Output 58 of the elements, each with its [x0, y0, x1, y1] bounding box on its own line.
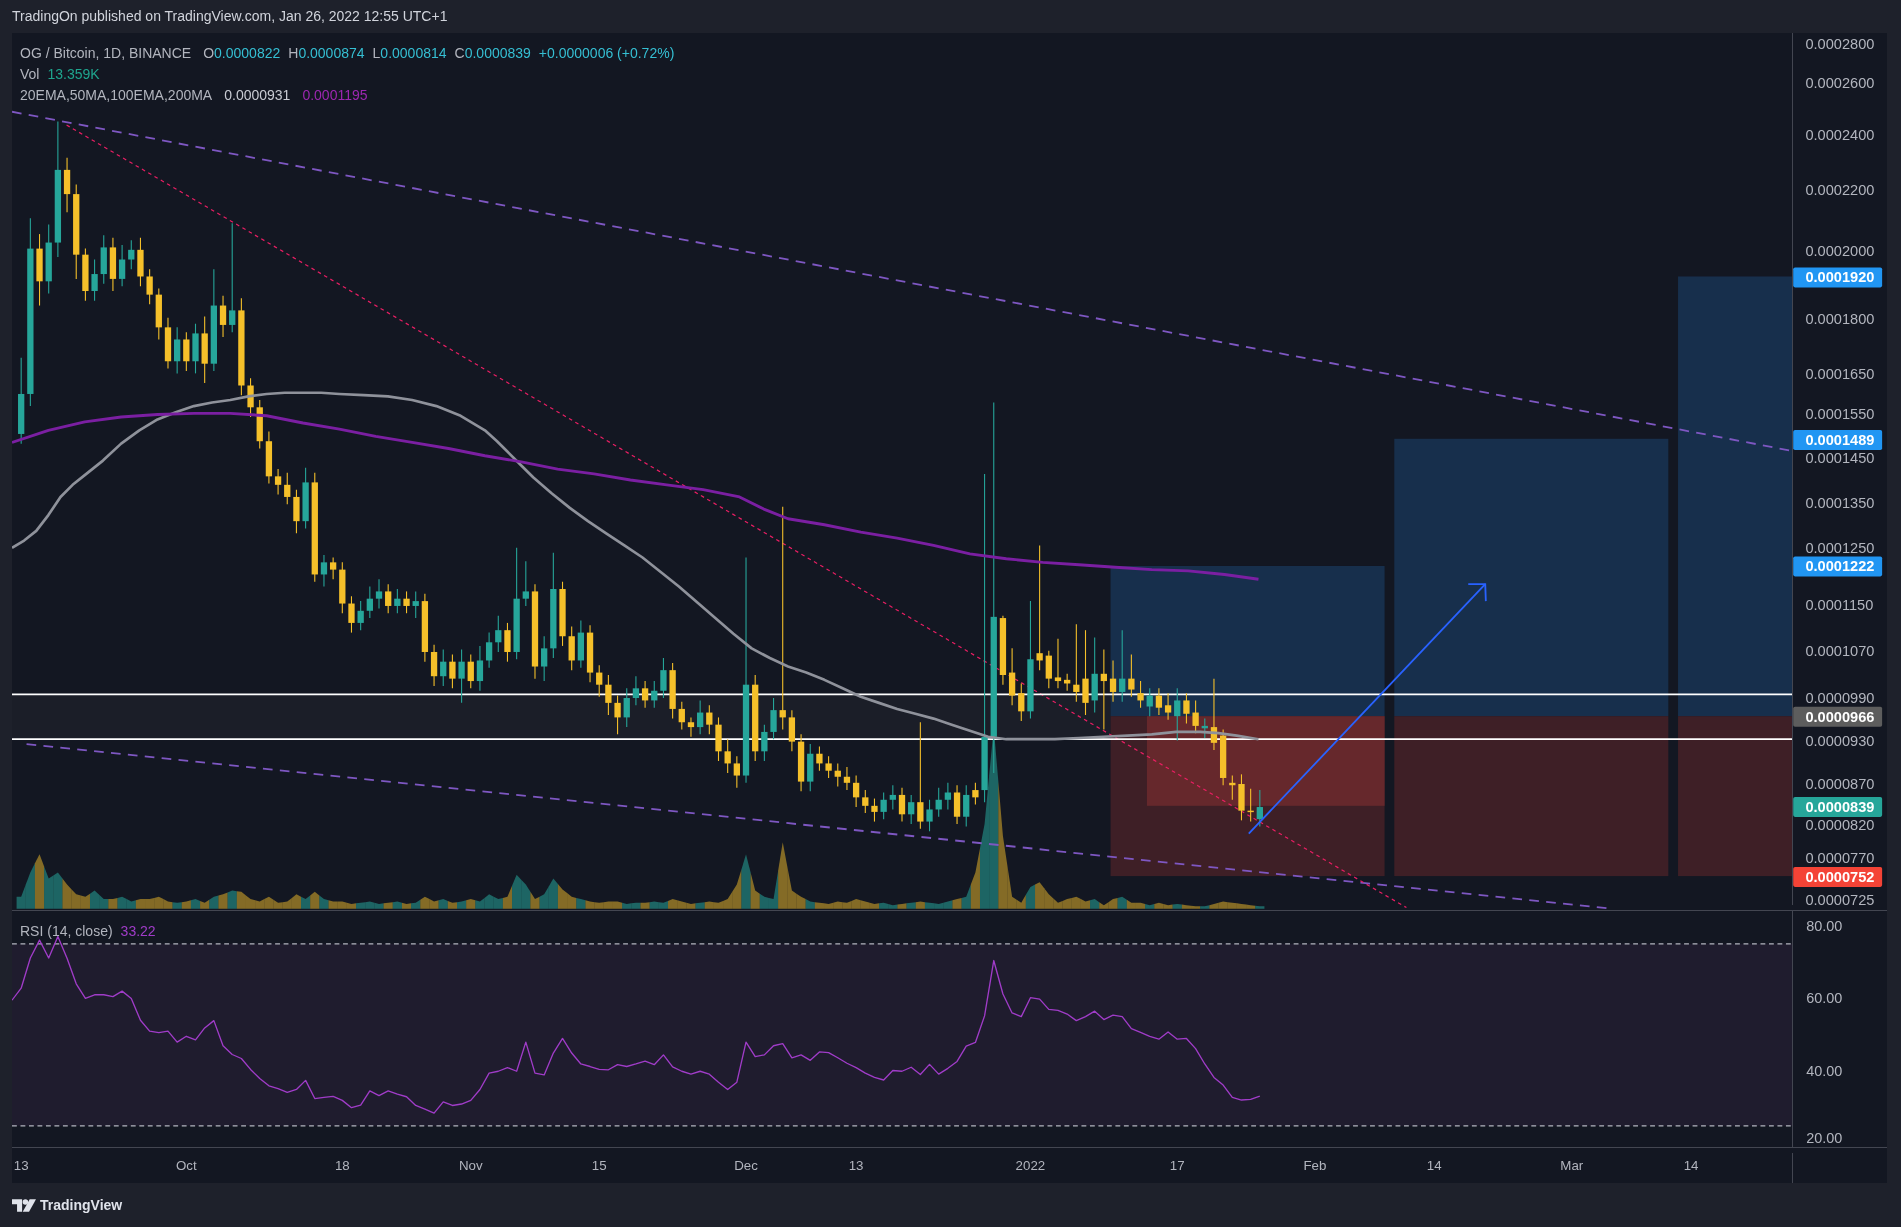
price-tag: 0.0000966	[1793, 706, 1883, 727]
time-axis-label: 14	[1426, 1158, 1442, 1173]
time-axis-label: Feb	[1303, 1158, 1327, 1173]
price-tick-label: 0.0001070	[1805, 643, 1875, 660]
time-axis-label: Nov	[458, 1158, 483, 1173]
time-axis-label: 15	[591, 1158, 607, 1173]
price-tick-label: 0.0000770	[1805, 850, 1875, 867]
time-axis-label: 18	[334, 1158, 350, 1173]
rsi-title: RSI (14, close)	[20, 922, 113, 941]
price-tag: 0.0001222	[1793, 556, 1883, 577]
price-change: +0.0000006 (+0.72%)	[538, 44, 675, 63]
ohlc-value: O0.0000822	[203, 44, 281, 63]
price-tick-label: 0.0000725	[1805, 892, 1875, 909]
symbol-title: OG / Bitcoin, 1D, BINANCE	[20, 44, 192, 63]
ohlc-value: H0.0000874	[288, 44, 365, 63]
price-tick-label: 0.0001800	[1805, 310, 1875, 327]
price-tick-label: 0.0000990	[1805, 690, 1875, 707]
price-tag: 0.0000752	[1793, 866, 1883, 887]
volume-value: 13.359K	[47, 65, 100, 84]
indicator-names: 20EMA,50MA,100EMA,200MA	[20, 86, 213, 105]
price-tick-label: 0.0002400	[1805, 126, 1875, 143]
price-tick-label: 0.0001350	[1805, 494, 1875, 511]
rsi-value: 33.22	[120, 922, 156, 941]
brand-logo-icon	[12, 1198, 36, 1212]
price-tick-label: 0.0002000	[1805, 243, 1875, 260]
price-tick-label: 0.0002200	[1805, 182, 1875, 199]
price-tick-label: 0.0000870	[1805, 775, 1875, 792]
price-tick-label: 0.0001450	[1805, 450, 1875, 467]
brand-name: TradingView	[40, 1195, 123, 1215]
price-tick-label: 0.0002600	[1805, 75, 1875, 92]
time-axis-label: 13	[13, 1158, 29, 1173]
price-tick-label: 0.0001650	[1805, 366, 1875, 383]
ohlc-value: L0.0000814	[372, 44, 447, 63]
indicator-value: 0.0000931	[224, 86, 291, 105]
rsi-tick-label: 20.00	[1806, 1129, 1843, 1146]
price-tick-label: 0.0000930	[1805, 733, 1875, 749]
time-axis-label: Dec	[734, 1158, 758, 1173]
time-axis-label: Oct	[175, 1158, 197, 1173]
rsi-tick-label: 40.00	[1806, 1063, 1843, 1080]
attribution-text: TradingOn published on TradingView.com, Jan 26, 2022 12:55 UTC+1	[12, 7, 448, 26]
time-axis-label: 17	[1169, 1158, 1185, 1173]
indicator-value: 0.0001195	[302, 86, 368, 105]
rsi-tick-label: 60.00	[1806, 990, 1843, 1007]
price-tick-label: 0.0001550	[1805, 406, 1875, 423]
time-axis-label: 14	[1683, 1158, 1699, 1173]
price-tag: 0.0000839	[1793, 796, 1883, 817]
time-axis-label: Mar	[1560, 1158, 1584, 1173]
ohlc-value: C0.0000839	[454, 44, 531, 63]
volume-label: Vol	[20, 65, 40, 84]
price-tick-label: 0.0001150	[1805, 597, 1874, 614]
time-axis-label: 13	[848, 1158, 864, 1173]
price-tag: 0.0001489	[1793, 430, 1883, 450]
price-tick-label: 0.0001250	[1805, 540, 1875, 556]
rsi-tick-label: 80.00	[1806, 917, 1843, 934]
time-axis-label: 2022	[1015, 1158, 1046, 1173]
price-tag: 0.0001920	[1793, 267, 1883, 288]
price-tick-label: 0.0000820	[1805, 817, 1875, 834]
price-tick-label: 0.0002800	[1805, 35, 1875, 52]
